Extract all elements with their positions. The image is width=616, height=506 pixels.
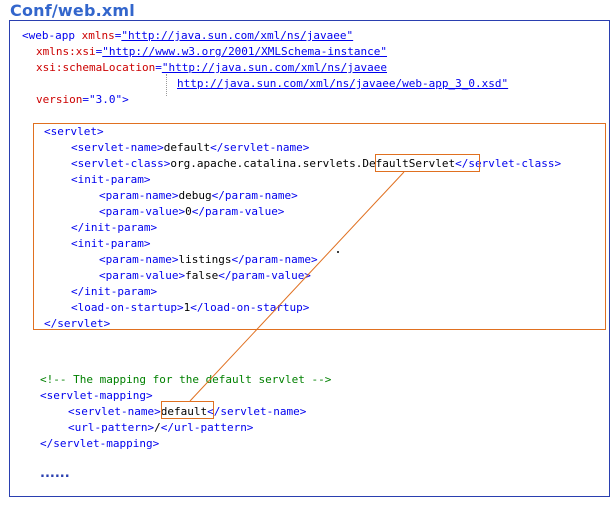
xml-comment: <!-- The mapping for the default servlet… bbox=[40, 373, 332, 386]
attr-name: version bbox=[36, 93, 83, 106]
default-servlet-highlight bbox=[375, 154, 480, 172]
attr-name: xmlns bbox=[81, 29, 115, 42]
ellipsis-text: ...... bbox=[40, 466, 70, 481]
tag: <web-app bbox=[22, 29, 75, 42]
servlet-block-highlight bbox=[33, 123, 606, 330]
url-link[interactable]: "http://www.w3.org/2001/XMLSchema-instan… bbox=[102, 45, 387, 58]
page-title: Conf/web.xml bbox=[10, 1, 135, 20]
code-line: xsi:schemaLocation="http://java.sun.com/… bbox=[36, 61, 388, 74]
guide-line bbox=[166, 74, 167, 96]
code-line: http://java.sun.com/xml/ns/javaee/web-ap… bbox=[177, 76, 508, 92]
mapping-name-highlight bbox=[161, 401, 214, 419]
code-line: <web-app xmlns="http://java.sun.com/xml/… bbox=[22, 29, 354, 42]
tag: <servlet-mapping> bbox=[40, 389, 153, 402]
attr-name: xmlns:xsi bbox=[36, 45, 96, 58]
url-link[interactable]: "http://java.sun.com/xml/ns/javaee" bbox=[121, 29, 353, 42]
tag: </url-pattern> bbox=[160, 421, 254, 434]
url-link[interactable]: "http://java.sun.com/xml/ns/javaee bbox=[162, 61, 387, 74]
code-line: version="3.0"> bbox=[36, 93, 129, 106]
url-link[interactable]: http://java.sun.com/xml/ns/javaee/web-ap… bbox=[177, 77, 508, 90]
xml-code-block: <web-app xmlns="http://java.sun.com/xml/… bbox=[0, 0, 561, 480]
attr-name: xsi:schemaLocation bbox=[36, 61, 156, 74]
attr-value: "3.0"> bbox=[88, 93, 129, 106]
tag: </servlet-name> bbox=[207, 405, 307, 418]
tag: </servlet-mapping> bbox=[40, 437, 160, 450]
tag: <url-pattern> bbox=[68, 421, 155, 434]
url-pattern-value: / bbox=[154, 421, 161, 434]
code-line: xmlns:xsi="http://www.w3.org/2001/XMLSch… bbox=[36, 45, 388, 58]
tag: <servlet-name> bbox=[68, 405, 161, 418]
